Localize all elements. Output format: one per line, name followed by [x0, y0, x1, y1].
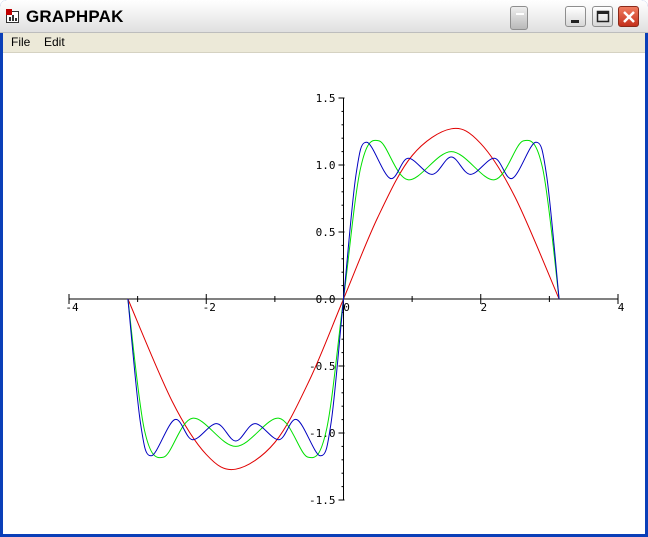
maximize-button[interactable] [592, 6, 613, 27]
x-tick-label: 0 [343, 301, 350, 314]
function-plot: -4 -2 0 2 4 1.5 1.0 0.5 0.0 -0.5 -1.0 -1.5 [65, 92, 624, 507]
minimize-button[interactable] [565, 6, 586, 27]
y-tick-label: -0.5 [309, 360, 336, 373]
minimize-icon [571, 20, 579, 23]
y-tick-label: 0.0 [316, 293, 336, 306]
x-tick-label: -4 [65, 301, 79, 314]
axes: -4 -2 0 2 4 1.5 1.0 0.5 0.0 -0.5 -1.0 -1.5 [65, 92, 624, 507]
y-tick-label: 1.0 [316, 159, 336, 172]
y-tick-label: 0.5 [316, 226, 336, 239]
app-icon [6, 9, 19, 23]
menu-file[interactable]: File [11, 35, 30, 49]
x-tick-label: -2 [203, 301, 216, 314]
title-bar[interactable]: GRAPHPAK [0, 0, 648, 33]
window-title: GRAPHPAK [26, 7, 124, 26]
extra-button[interactable] [510, 6, 528, 30]
menu-edit[interactable]: Edit [44, 35, 65, 49]
y-tick-label: -1.5 [309, 494, 336, 507]
maximize-icon [596, 10, 610, 23]
graphpak-window: GRAPHPAK File Edit -4 -2 0 2 4 1.5 1.0 0… [0, 0, 648, 537]
arrow-down-icon [516, 13, 524, 15]
close-button[interactable] [618, 6, 639, 27]
menu-bar: File Edit [3, 33, 645, 53]
plot-area[interactable]: -4 -2 0 2 4 1.5 1.0 0.5 0.0 -0.5 -1.0 -1.5 [3, 53, 645, 534]
x-tick-label: 2 [480, 301, 487, 314]
y-tick-label: -1.0 [309, 427, 336, 440]
y-tick-label: 1.5 [316, 92, 336, 105]
close-icon [623, 11, 635, 23]
x-tick-label: 4 [618, 301, 625, 314]
